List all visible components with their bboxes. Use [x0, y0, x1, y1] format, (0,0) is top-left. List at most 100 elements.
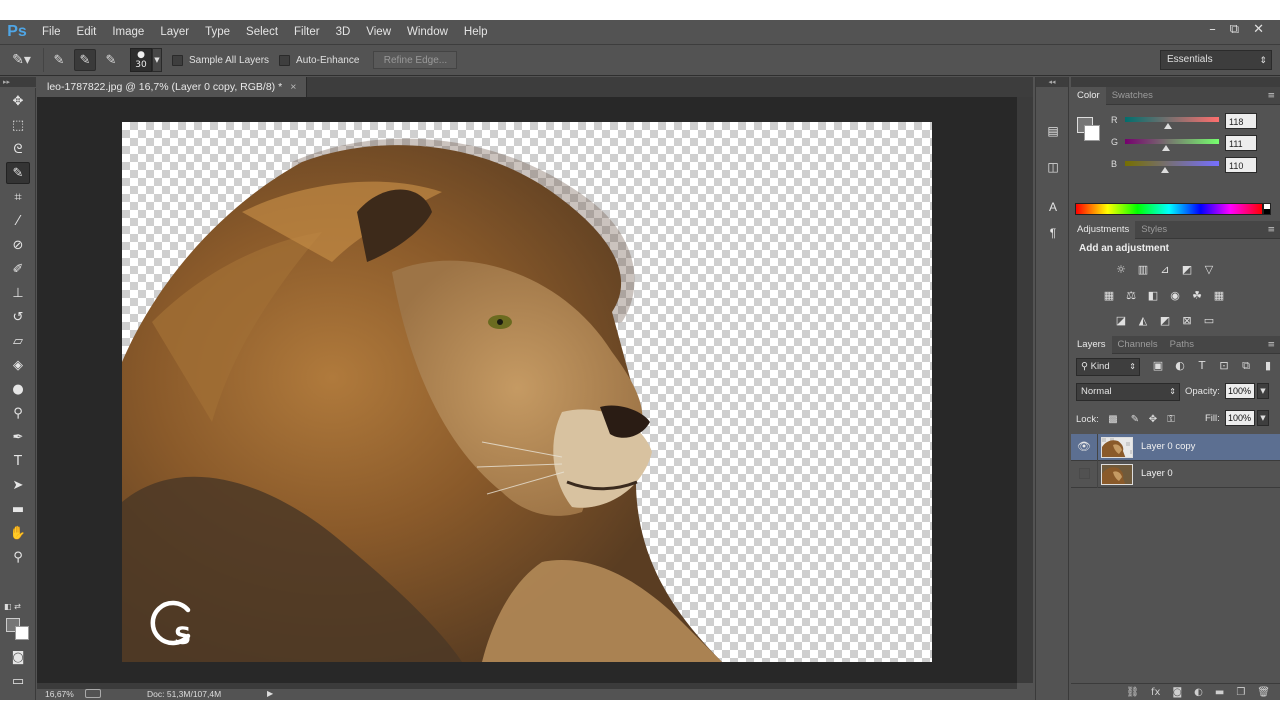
sample-all-layers-checkbox[interactable]: Sample All Layers	[172, 54, 269, 66]
green-slider[interactable]	[1125, 139, 1219, 144]
blue-slider[interactable]	[1125, 161, 1219, 166]
layer-name[interactable]: Layer 0 copy	[1141, 441, 1195, 452]
green-slider-knob[interactable]	[1162, 145, 1171, 151]
document-canvas[interactable]: S	[122, 122, 932, 662]
fx-icon[interactable]: fx	[1151, 687, 1160, 698]
threshold-icon[interactable]: ◩	[1157, 312, 1173, 328]
lock-transparent-icon[interactable]: ▩	[1107, 414, 1119, 426]
screen-mode-button[interactable]: ▭	[6, 670, 30, 692]
history-panel-button[interactable]: ▤	[1043, 121, 1063, 141]
lock-position-icon[interactable]: ✥	[1147, 414, 1159, 426]
tab-swatches[interactable]: Swatches	[1106, 87, 1159, 105]
dodge-tool[interactable]: ⚲	[6, 402, 30, 424]
new-adjustment-icon[interactable]: ◐	[1194, 687, 1203, 698]
tab-paths[interactable]: Paths	[1164, 336, 1200, 354]
brush-tool[interactable]: ✐	[6, 258, 30, 280]
background-color-swatch[interactable]	[15, 626, 29, 640]
filter-toggle-icon[interactable]: ▮	[1261, 359, 1275, 373]
fill-dropdown[interactable]: ▼	[1257, 410, 1269, 426]
quick-selection-tool[interactable]: ✎	[6, 162, 30, 184]
trash-icon[interactable]: 🗑	[1257, 687, 1270, 698]
rectangle-tool[interactable]: ▬	[6, 498, 30, 520]
hue-saturation-icon[interactable]: ▦	[1101, 287, 1117, 303]
paint-bucket-tool[interactable]: ◈	[6, 354, 30, 376]
tab-adjustments[interactable]: Adjustments	[1071, 220, 1136, 239]
visibility-toggle-off[interactable]	[1079, 468, 1090, 479]
brush-presets-button[interactable]: ◫	[1043, 157, 1063, 177]
tab-color[interactable]: Color	[1071, 86, 1106, 105]
workspace-switcher[interactable]: Essentials ⇕	[1160, 50, 1272, 70]
tool-preset-picker[interactable]: ✎▾	[0, 48, 44, 72]
link-layers-icon[interactable]: ⛓	[1126, 687, 1139, 698]
curves-icon[interactable]: ⊿	[1157, 261, 1173, 277]
color-balance-icon[interactable]: ⚖	[1123, 287, 1139, 303]
eye-icon[interactable]: 👁	[1075, 438, 1093, 456]
vertical-scrollbar[interactable]	[1017, 97, 1033, 683]
subtract-from-selection-button[interactable]: ✎	[100, 49, 122, 71]
eyedropper-tool[interactable]: ⁄	[6, 210, 30, 232]
menu-3d[interactable]: 3D	[328, 26, 359, 38]
color-spectrum-ramp[interactable]	[1075, 203, 1263, 215]
panels-collapse-bar[interactable]	[1071, 77, 1280, 87]
photo-filter-icon[interactable]: ◉	[1167, 287, 1183, 303]
menu-image[interactable]: Image	[104, 26, 152, 38]
red-value-field[interactable]: 118	[1225, 113, 1257, 129]
brush-size-picker[interactable]: ● 30	[130, 48, 152, 72]
marquee-tool[interactable]: ⬚	[6, 114, 30, 136]
menu-layer[interactable]: Layer	[152, 26, 197, 38]
red-slider[interactable]	[1125, 117, 1219, 122]
panel-menu-icon[interactable]: ≡	[1267, 221, 1275, 239]
menu-select[interactable]: Select	[238, 26, 286, 38]
layer-name[interactable]: Layer 0	[1141, 468, 1173, 479]
lock-all-icon[interactable]: ⚿	[1165, 414, 1177, 426]
quick-mask-button[interactable]: ◙	[6, 646, 30, 668]
fill-field[interactable]: 100%	[1225, 410, 1255, 426]
brush-picker-dropdown[interactable]: ▼	[152, 48, 162, 72]
invert-icon[interactable]: ◪	[1113, 312, 1129, 328]
default-colors-icon[interactable]: ◧ ⇄	[4, 602, 21, 611]
play-arrow-icon[interactable]: ▶	[267, 689, 273, 698]
pixel-filter-icon[interactable]: ▣	[1151, 359, 1165, 373]
eraser-tool[interactable]: ▱	[6, 330, 30, 352]
checkbox-box[interactable]	[279, 54, 291, 66]
lasso-tool[interactable]: ᘓ	[6, 138, 30, 160]
selective-color-icon[interactable]: ⊠	[1179, 312, 1195, 328]
character-panel-button[interactable]: A	[1043, 197, 1063, 217]
panel-menu-icon[interactable]: ≡	[1267, 87, 1275, 105]
menu-edit[interactable]: Edit	[69, 26, 105, 38]
menu-help[interactable]: Help	[456, 26, 496, 38]
doc-size-info[interactable]: Doc: 51,3M/107,4M	[147, 689, 221, 699]
menu-window[interactable]: Window	[399, 26, 456, 38]
posterize-icon[interactable]: ◭	[1135, 312, 1151, 328]
blue-value-field[interactable]: 110	[1225, 157, 1257, 173]
zoom-tool[interactable]: ⚲	[6, 546, 30, 568]
type-tool[interactable]: T	[6, 450, 30, 472]
new-group-icon[interactable]: ▬	[1215, 687, 1224, 698]
zoom-level[interactable]: 16,67%	[45, 689, 74, 699]
blend-mode-select[interactable]: Normal ⇕	[1076, 383, 1180, 401]
auto-enhance-checkbox[interactable]: Auto-Enhance	[279, 54, 359, 66]
color-panel-background[interactable]	[1084, 125, 1100, 141]
adjustment-filter-icon[interactable]: ◐	[1173, 359, 1187, 373]
opacity-field[interactable]: 100%	[1225, 383, 1255, 399]
tab-layers[interactable]: Layers	[1071, 335, 1112, 354]
document-tab[interactable]: leo-1787822.jpg @ 16,7% (Layer 0 copy, R…	[37, 77, 308, 97]
layer-kind-filter[interactable]: ⚲ Kind ⇕	[1076, 358, 1140, 376]
smart-object-filter-icon[interactable]: ⧉	[1239, 359, 1253, 373]
shape-filter-icon[interactable]: ⊡	[1217, 359, 1231, 373]
channel-mixer-icon[interactable]: ☘	[1189, 287, 1205, 303]
add-mask-icon[interactable]: ◙	[1172, 687, 1182, 698]
blue-slider-knob[interactable]	[1161, 167, 1170, 173]
menu-filter[interactable]: Filter	[286, 26, 328, 38]
lock-paint-icon[interactable]: ✎	[1129, 414, 1141, 426]
green-value-field[interactable]: 111	[1225, 135, 1257, 151]
menu-type[interactable]: Type	[197, 26, 238, 38]
layer-row[interactable]: Layer 0	[1071, 461, 1280, 488]
new-selection-button[interactable]: ✎	[48, 49, 70, 71]
vibrance-icon[interactable]: ▽	[1201, 261, 1217, 277]
hand-tool[interactable]: ✋	[6, 522, 30, 544]
close-button[interactable]: ✕	[1253, 22, 1264, 37]
healing-brush-tool[interactable]: ⊘	[6, 234, 30, 256]
history-brush-tool[interactable]: ↺	[6, 306, 30, 328]
pen-tool[interactable]: ✒	[6, 426, 30, 448]
